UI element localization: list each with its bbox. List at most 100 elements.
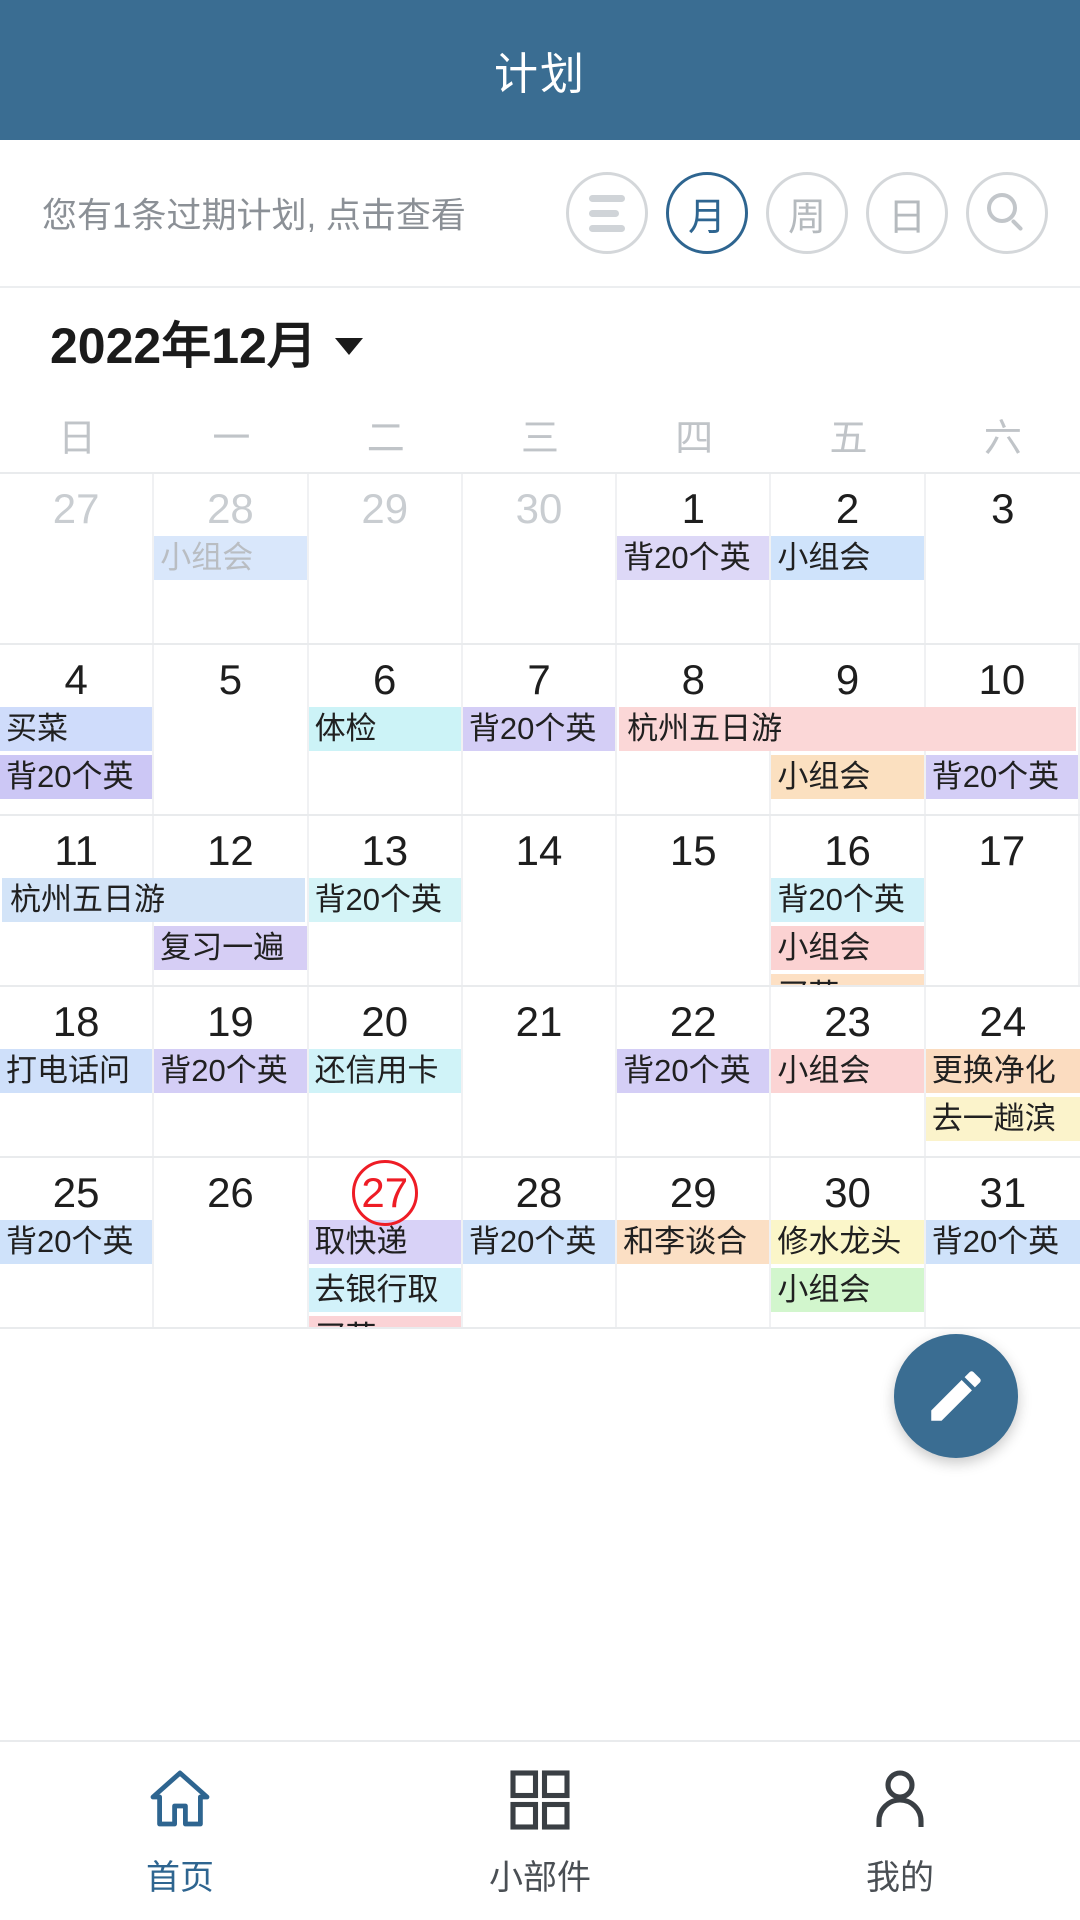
person-icon — [876, 1769, 924, 1827]
day-cell-26[interactable]: 26 — [154, 1158, 309, 1327]
event-chip-span[interactable]: 杭州五日游 — [2, 878, 305, 922]
day-cell-2[interactable]: 2 小组会 — [771, 474, 926, 643]
weekday-4: 四 — [675, 417, 714, 460]
event-chip[interactable]: 背20个英 — [462, 707, 616, 751]
overdue-notice[interactable]: 您有1条过期计划, 点击查看 — [42, 188, 512, 239]
event-chip[interactable]: 背20个英 — [771, 878, 924, 922]
calendar-week: 27 28 小组会 29 30 1 背20个英 2 小组会 3 — [0, 474, 1080, 645]
event-chip[interactable]: 体检 — [308, 707, 461, 751]
day-number: 11 — [54, 827, 98, 874]
day-cell-19[interactable]: 19 背20个英 — [154, 987, 309, 1156]
day-number: 18 — [52, 998, 100, 1045]
day-number: 2 — [835, 485, 860, 532]
day-cell-13[interactable]: 13 背20个英 — [308, 816, 463, 985]
day-cell-3[interactable]: 3 — [926, 474, 1080, 643]
search-button[interactable] — [966, 172, 1048, 254]
event-chip[interactable]: 买菜 — [0, 707, 153, 751]
day-events: 打电话问 — [0, 1049, 153, 1093]
day-cell-31[interactable]: 31 背20个英 — [925, 1158, 1080, 1327]
day-view-button[interactable]: 日 — [866, 172, 948, 254]
day-events: 背20个英 — [462, 1220, 616, 1264]
event-chip[interactable]: 背20个英 — [0, 755, 153, 799]
event-chip[interactable]: 买菜 — [308, 1316, 461, 1327]
nav-item-2[interactable]: 我的 — [720, 1764, 1080, 1899]
event-chip-span[interactable]: 杭州五日游 — [619, 707, 1076, 751]
event-chip[interactable]: 和李谈合 — [617, 1220, 770, 1264]
event-chip[interactable]: 小组会 — [771, 1049, 924, 1093]
day-cell-4[interactable]: 4 买菜 背20个英 — [0, 645, 155, 814]
day-cell-30[interactable]: 30 — [463, 474, 618, 643]
day-events: 体检 — [308, 707, 461, 751]
event-chip[interactable]: 背20个英 — [617, 1049, 770, 1093]
day-number: 6 — [373, 656, 397, 703]
day-cell-6[interactable]: 6 体检 — [308, 645, 463, 814]
title-bar: 计划 — [0, 0, 1080, 140]
event-chip[interactable]: 背20个英 — [308, 878, 461, 922]
day-events: 更换净化 去一趟滨 — [925, 1049, 1080, 1141]
event-chip[interactable]: 小组会 — [154, 536, 307, 580]
event-chip[interactable]: 取快递 — [308, 1220, 461, 1264]
event-chip[interactable]: 修水龙头 — [771, 1220, 924, 1264]
day-number: 12 — [207, 827, 254, 874]
compose-button[interactable] — [894, 1334, 1018, 1458]
day-cell-17[interactable]: 17 — [926, 816, 1080, 985]
month-view-button[interactable]: 月 — [666, 172, 748, 254]
day-number: 7 — [527, 656, 551, 703]
event-chip[interactable]: 还信用卡 — [308, 1049, 461, 1093]
event-chip[interactable]: 复习一遍 — [154, 926, 307, 970]
day-cell-7[interactable]: 7 背20个英 — [462, 645, 618, 814]
calendar-week: 1112复习一遍13背20个英141516背20个英小组会买菜17杭州五日游 — [0, 816, 1080, 987]
event-chip[interactable]: 打电话问 — [0, 1049, 153, 1093]
day-cell-21[interactable]: 21 — [463, 987, 618, 1156]
day-number: 8 — [681, 656, 705, 703]
day-cell-27[interactable]: 27取快递去银行取买菜 — [308, 1158, 463, 1327]
day-cell-20[interactable]: 20 还信用卡 — [308, 987, 463, 1156]
event-chip[interactable]: 背20个英 — [617, 536, 770, 580]
day-cell-23[interactable]: 23 小组会 — [771, 987, 926, 1156]
event-chip[interactable]: 小组会 — [771, 1268, 924, 1312]
event-chip[interactable]: 背20个英 — [925, 1220, 1080, 1264]
day-cell-27[interactable]: 27 — [0, 474, 155, 643]
event-chip[interactable]: 小组会 — [771, 755, 924, 799]
day-cell-22[interactable]: 22 背20个英 — [617, 987, 772, 1156]
event-chip[interactable]: 更换净化 — [925, 1049, 1080, 1093]
day-cell-29[interactable]: 29 — [309, 474, 463, 643]
day-cell-14[interactable]: 14 — [463, 816, 618, 985]
nav-item-label: 首页 — [146, 1858, 214, 1897]
week-view-button[interactable]: 周 — [766, 172, 848, 254]
event-chip[interactable]: 买菜 — [771, 974, 924, 985]
month-label: 2022年12月 — [50, 318, 317, 374]
day-cell-18[interactable]: 18 打电话问 — [0, 987, 155, 1156]
day-cell-16[interactable]: 16背20个英小组会买菜 — [771, 816, 926, 985]
event-chip[interactable]: 去一趟滨 — [925, 1097, 1080, 1141]
day-number: 24 — [979, 998, 1027, 1045]
day-cell-28[interactable]: 28 背20个英 — [462, 1158, 618, 1327]
event-chip[interactable]: 背20个英 — [154, 1049, 307, 1093]
day-cell-30[interactable]: 30 修水龙头 小组会 — [771, 1158, 926, 1327]
day-cell-28[interactable]: 28 小组会 — [154, 474, 309, 643]
day-events: 背20个英 — [0, 1220, 153, 1264]
weekday-5: 五 — [829, 417, 868, 460]
day-cell-29[interactable]: 29 和李谈合 — [617, 1158, 772, 1327]
weekday-header: 日一二三四五六 — [0, 396, 1080, 472]
day-cell-25[interactable]: 25 背20个英 — [0, 1158, 155, 1327]
day-number: 5 — [218, 656, 243, 703]
weekday-6: 六 — [983, 417, 1022, 460]
day-cell-5[interactable]: 5 — [154, 645, 309, 814]
nav-item-0[interactable]: 首页 — [0, 1764, 360, 1899]
event-chip[interactable]: 小组会 — [771, 536, 924, 580]
event-chip[interactable]: 背20个英 — [925, 755, 1078, 799]
month-selector[interactable]: 2022年12月 — [0, 288, 1080, 396]
day-number: 10 — [978, 656, 1026, 703]
day-number: 22 — [669, 998, 717, 1045]
nav-item-1[interactable]: 小部件 — [360, 1764, 720, 1899]
event-chip[interactable]: 背20个英 — [462, 1220, 616, 1264]
event-chip[interactable]: 小组会 — [771, 926, 924, 970]
day-cell-24[interactable]: 24 更换净化 去一趟滨 — [925, 987, 1080, 1156]
event-chip[interactable]: 去银行取 — [308, 1268, 461, 1312]
day-cell-1[interactable]: 1 背20个英 — [617, 474, 772, 643]
event-chip[interactable]: 背20个英 — [0, 1220, 153, 1264]
day-cell-15[interactable]: 15 — [617, 816, 772, 985]
list-view-button[interactable] — [566, 172, 648, 254]
toolbar: 您有1条过期计划, 点击查看 月 周 日 — [0, 140, 1080, 288]
